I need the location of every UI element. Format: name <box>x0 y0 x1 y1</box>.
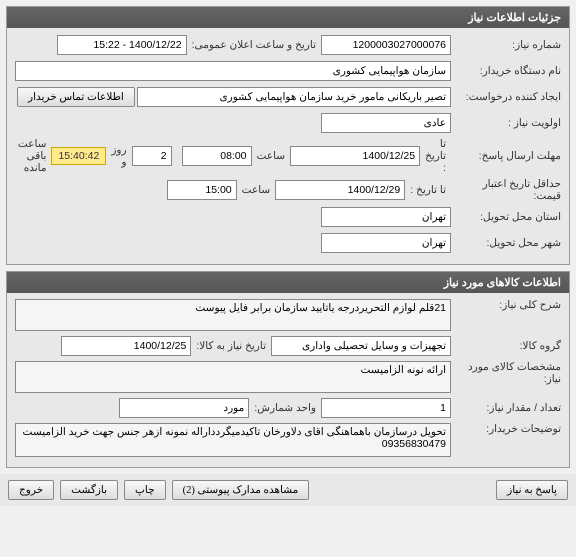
delivery-city-field <box>321 233 451 253</box>
price-valid-date-field <box>275 180 405 200</box>
need-details-panel: جزئیات اطلاعات نیاز شماره نیاز: تاریخ و … <box>6 6 570 265</box>
price-valid-time-field <box>167 180 237 200</box>
to-date-label-1: تا تاریخ : <box>420 138 451 174</box>
time-label-1: ساعت <box>252 150 291 162</box>
remaining-label: ساعت باقی مانده <box>13 138 52 174</box>
need-no-label: شماره نیاز: <box>451 39 561 51</box>
panel-header-need: جزئیات اطلاعات نیاز <box>7 7 569 28</box>
attachments-button[interactable]: مشاهده مدارک پیوستی (2) <box>172 480 310 500</box>
back-button[interactable]: بازگشت <box>60 480 118 500</box>
announce-label: تاریخ و ساعت اعلان عمومی: <box>187 39 321 51</box>
qty-field <box>321 398 451 418</box>
days-field <box>132 146 172 166</box>
requester-label: ایجاد کننده درخواست: <box>451 91 561 103</box>
unit-field <box>119 398 249 418</box>
need-date-label: تاریخ نیاز به کالا: <box>191 340 271 352</box>
delivery-province-field <box>321 207 451 227</box>
need-date-field <box>61 336 191 356</box>
remaining-time-badge: 15:40:42 <box>51 147 106 165</box>
spec-field <box>15 361 451 393</box>
unit-label: واحد شمارش: <box>249 402 321 414</box>
delivery-province-label: استان محل تحویل: <box>451 211 561 223</box>
days-and-label: روز و <box>106 144 131 168</box>
footer-bar: خروج بازگشت چاپ مشاهده مدارک پیوستی (2) … <box>0 474 576 506</box>
buyer-label: نام دستگاه خریدار: <box>451 65 561 77</box>
panel-header-goods: اطلاعات کالاهای مورد نیاز <box>7 272 569 293</box>
spec-label: مشخصات کالای مورد نیاز: <box>451 361 561 385</box>
need-no-field <box>321 35 451 55</box>
print-button[interactable]: چاپ <box>124 480 166 500</box>
announce-field <box>57 35 187 55</box>
group-label: گروه کالا: <box>451 340 561 352</box>
priority-field <box>321 113 451 133</box>
buyer-notes-field <box>15 423 451 457</box>
to-date-label-2: تا تاریخ : <box>405 184 451 196</box>
buyer-notes-label: توضیحات خریدار: <box>451 423 561 435</box>
desc-field <box>15 299 451 331</box>
reply-button[interactable]: پاسخ به نیاز <box>496 480 568 500</box>
reply-time-field <box>182 146 252 166</box>
buyer-field <box>15 61 451 81</box>
goods-info-panel: اطلاعات کالاهای مورد نیاز شرح کلی نیاز: … <box>6 271 570 468</box>
buyer-contact-button[interactable]: اطلاعات تماس خریدار <box>17 87 135 107</box>
exit-button[interactable]: خروج <box>8 480 54 500</box>
qty-label: تعداد / مقدار نیاز: <box>451 402 561 414</box>
priority-label: اولویت نیاز : <box>451 117 561 129</box>
reply-date-field <box>290 146 420 166</box>
price-valid-label: حداقل تاریخ اعتبار قیمت: <box>451 178 561 202</box>
time-label-2: ساعت <box>237 184 276 196</box>
delivery-city-label: شهر محل تحویل: <box>451 237 561 249</box>
group-field <box>271 336 451 356</box>
requester-field <box>137 87 451 107</box>
desc-label: شرح کلی نیاز: <box>451 299 561 311</box>
reply-deadline-label: مهلت ارسال پاسخ: <box>451 150 561 162</box>
